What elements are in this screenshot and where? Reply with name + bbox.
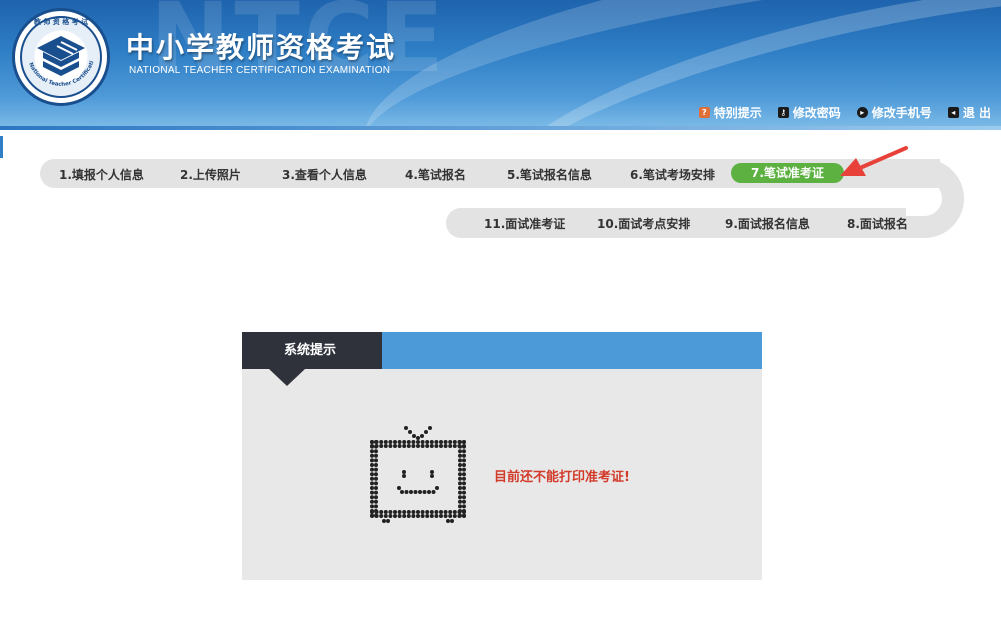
step-fill-personal-info[interactable]: 1.填报个人信息 (59, 166, 144, 183)
change-password-link[interactable]: ⚷ 修改密码 (777, 104, 841, 121)
notice-message: 目前还不能打印准考证! (494, 470, 630, 485)
logo-ring-text: National Teacher Certification Examinati… (12, 8, 96, 88)
header-links: ? 特别提示 ⚷ 修改密码 ▸ 修改手机号 ◂ 退 出 (698, 104, 991, 121)
left-accent-mark (0, 136, 3, 158)
header-bottom-line (0, 126, 1001, 130)
special-notice-label: 特别提示 (713, 106, 762, 120)
step-written-exam-room[interactable]: 6.笔试考场安排 (630, 166, 715, 183)
change-phone-label: 修改手机号 (871, 106, 932, 120)
special-notice-link[interactable]: ? 特别提示 (698, 104, 762, 121)
site-title: 中小学教师资格考试 (126, 31, 397, 64)
site-header: NTCE 教 师 资 格 考 试 National Teacher Certif… (0, 0, 1001, 130)
site-subtitle: NATIONAL TEACHER CERTIFICATION EXAMINATI… (129, 65, 391, 76)
phone-icon: ▸ (856, 107, 868, 118)
step-upload-photo[interactable]: 2.上传照片 (180, 166, 241, 183)
notice-tab: 系统提示 (242, 332, 382, 369)
exit-icon: ◂ (947, 107, 959, 118)
step-interview-registration[interactable]: 8.面试报名 (847, 215, 908, 232)
page: NTCE 教 师 资 格 考 试 National Teacher Certif… (0, 0, 1001, 617)
step-written-registration-info[interactable]: 5.笔试报名信息 (507, 166, 592, 183)
svg-text:National Teacher Certification: National Teacher Certification Examinati… (12, 8, 96, 88)
step-written-registration[interactable]: 4.笔试报名 (405, 166, 466, 183)
step-view-personal-info[interactable]: 3.查看个人信息 (282, 166, 367, 183)
notice-tab-pointer (269, 369, 305, 386)
step-interview-admission-ticket[interactable]: 11.面试准考证 (484, 215, 565, 232)
key-icon: ⚷ (777, 107, 789, 118)
red-arrow-annotation (840, 146, 908, 176)
exam-logo: 教 师 资 格 考 试 National Teacher Certificati… (12, 8, 110, 106)
system-notice-panel: 系统提示 目前还不能打印准考证! (242, 332, 762, 580)
change-phone-link[interactable]: ▸ 修改手机号 (856, 104, 932, 121)
help-icon: ? (698, 107, 710, 118)
logout-label: 退 出 (962, 106, 991, 120)
step-written-admission-ticket[interactable]: 7.笔试准考证 (731, 163, 844, 183)
step-interview-location[interactable]: 10.面试考点安排 (597, 215, 690, 232)
change-password-label: 修改密码 (792, 106, 841, 120)
logout-link[interactable]: ◂ 退 出 (947, 104, 991, 121)
tv-face-icon (370, 426, 466, 523)
step-interview-registration-info[interactable]: 9.面试报名信息 (725, 215, 810, 232)
